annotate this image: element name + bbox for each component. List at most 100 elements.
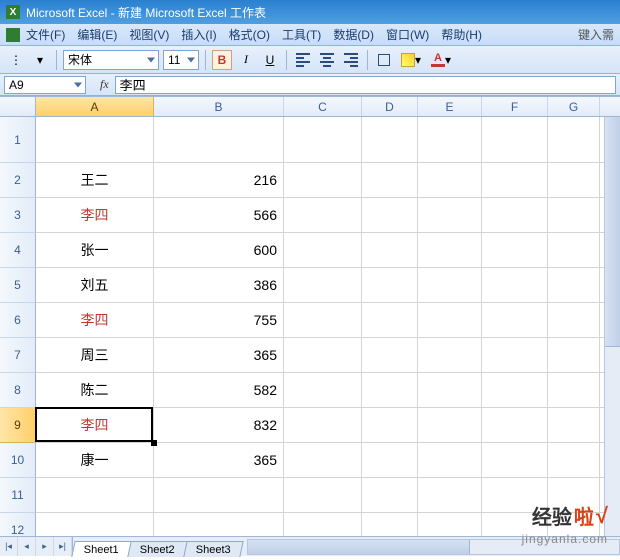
menu-window[interactable]: 窗口(W) — [386, 26, 429, 43]
cell[interactable] — [548, 478, 600, 512]
row-header[interactable]: 12 — [0, 513, 36, 536]
cell[interactable]: 李四 — [36, 408, 154, 442]
column-header-G[interactable]: G — [548, 97, 600, 116]
cell[interactable] — [418, 373, 482, 407]
cell[interactable] — [482, 163, 548, 197]
borders-button[interactable] — [374, 50, 394, 70]
column-header-C[interactable]: C — [284, 97, 362, 116]
cell[interactable] — [362, 198, 418, 232]
cell[interactable] — [284, 233, 362, 267]
underline-button[interactable]: U — [260, 50, 280, 70]
cell[interactable] — [362, 117, 418, 162]
cell[interactable] — [362, 233, 418, 267]
cell[interactable] — [362, 338, 418, 372]
cell[interactable] — [418, 163, 482, 197]
cell[interactable]: 康一 — [36, 443, 154, 477]
cell[interactable] — [548, 513, 600, 536]
cell[interactable] — [284, 268, 362, 302]
cell[interactable] — [418, 233, 482, 267]
horizontal-scrollbar[interactable] — [247, 539, 620, 555]
cell[interactable] — [548, 443, 600, 477]
cell[interactable]: 566 — [154, 198, 284, 232]
cell[interactable] — [418, 513, 482, 536]
cell[interactable] — [482, 303, 548, 337]
cell[interactable]: 陈二 — [36, 373, 154, 407]
cell[interactable] — [362, 163, 418, 197]
horizontal-scroll-thumb[interactable] — [248, 540, 471, 554]
formula-bar[interactable]: 李四 — [115, 76, 616, 94]
vertical-scroll-thumb[interactable] — [605, 117, 620, 347]
name-box[interactable]: A9 — [4, 76, 86, 94]
column-header-A[interactable]: A — [36, 97, 154, 116]
cell[interactable] — [362, 513, 418, 536]
cell[interactable]: 周三 — [36, 338, 154, 372]
cell[interactable] — [284, 163, 362, 197]
cell[interactable] — [362, 478, 418, 512]
cell[interactable] — [482, 268, 548, 302]
font-size-combo[interactable]: 11 — [163, 50, 199, 70]
cell[interactable] — [36, 478, 154, 512]
row-header[interactable]: 4 — [0, 233, 36, 268]
cell[interactable] — [284, 513, 362, 536]
cell[interactable]: 216 — [154, 163, 284, 197]
align-left-button[interactable] — [293, 50, 313, 70]
cell[interactable]: 386 — [154, 268, 284, 302]
cell[interactable] — [482, 408, 548, 442]
cell[interactable]: 600 — [154, 233, 284, 267]
cell[interactable] — [154, 117, 284, 162]
row-header[interactable]: 7 — [0, 338, 36, 373]
cell[interactable] — [482, 198, 548, 232]
cell[interactable]: 张一 — [36, 233, 154, 267]
italic-button[interactable]: I — [236, 50, 256, 70]
cell[interactable] — [548, 303, 600, 337]
cell[interactable] — [36, 117, 154, 162]
cell[interactable] — [548, 163, 600, 197]
sheet-tab-1[interactable]: Sheet1 — [71, 541, 131, 557]
cell[interactable] — [482, 117, 548, 162]
cell[interactable] — [548, 338, 600, 372]
menu-view[interactable]: 视图(V) — [129, 26, 169, 43]
toolbar-dropdown-icon[interactable]: ▾ — [30, 50, 50, 70]
cell[interactable] — [362, 443, 418, 477]
cell[interactable] — [482, 478, 548, 512]
row-header[interactable]: 1 — [0, 117, 36, 163]
sheet-tab-2[interactable]: Sheet2 — [127, 541, 187, 557]
cell[interactable] — [418, 338, 482, 372]
fx-icon[interactable]: fx — [100, 77, 109, 92]
vertical-scrollbar[interactable] — [604, 117, 620, 536]
cell[interactable] — [284, 408, 362, 442]
cell[interactable] — [418, 117, 482, 162]
align-right-button[interactable] — [341, 50, 361, 70]
cell[interactable] — [36, 513, 154, 536]
cell[interactable] — [284, 338, 362, 372]
cell[interactable] — [362, 268, 418, 302]
cell[interactable]: 李四 — [36, 198, 154, 232]
menu-insert[interactable]: 插入(I) — [181, 26, 216, 43]
cell[interactable] — [548, 373, 600, 407]
cell[interactable] — [418, 303, 482, 337]
cell[interactable] — [284, 478, 362, 512]
menu-edit[interactable]: 编辑(E) — [77, 26, 117, 43]
align-center-button[interactable] — [317, 50, 337, 70]
column-header-B[interactable]: B — [154, 97, 284, 116]
menu-format[interactable]: 格式(O) — [229, 26, 270, 43]
cell[interactable] — [548, 233, 600, 267]
cell[interactable] — [418, 408, 482, 442]
sheet-nav-first[interactable]: |◂ — [0, 537, 18, 556]
cell[interactable] — [482, 443, 548, 477]
column-header-F[interactable]: F — [482, 97, 548, 116]
row-header[interactable]: 10 — [0, 443, 36, 478]
cell[interactable] — [154, 478, 284, 512]
cell[interactable] — [548, 198, 600, 232]
cell[interactable] — [284, 373, 362, 407]
sheet-tab-3[interactable]: Sheet3 — [183, 541, 243, 557]
cell[interactable]: 365 — [154, 338, 284, 372]
sheet-nav-last[interactable]: ▸| — [54, 537, 72, 556]
cell[interactable]: 365 — [154, 443, 284, 477]
cell[interactable] — [418, 478, 482, 512]
cell[interactable] — [284, 443, 362, 477]
cell[interactable] — [418, 268, 482, 302]
row-header[interactable]: 5 — [0, 268, 36, 303]
row-header[interactable]: 3 — [0, 198, 36, 233]
select-all-corner[interactable] — [0, 97, 36, 116]
